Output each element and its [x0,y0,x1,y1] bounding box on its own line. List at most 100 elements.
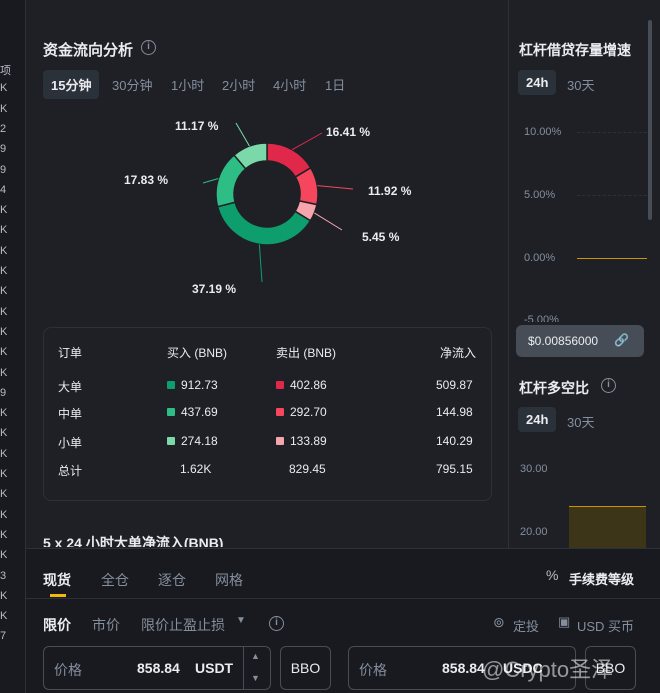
fee-level-link[interactable]: 手续费等级 [569,569,634,588]
strip-char: K [0,102,8,115]
info-icon[interactable]: i [141,40,156,55]
price-value[interactable]: 858.84 [137,660,180,676]
strip-char: K [0,244,8,257]
watermark: @Crypto圣泽 [482,652,613,684]
strip-char: K [0,528,8,541]
total-buy: 1.62K [180,462,212,476]
tab-isolated[interactable]: 逐仓 [158,570,186,590]
dca-icon: ⊚ [493,614,505,630]
col-header-order: 订单 [58,346,83,360]
row-net: 140.29 [436,434,473,448]
strip-char: K [0,549,8,562]
row-buy: 912.73 [167,378,218,392]
tab-30m[interactable]: 30分钟 [112,75,152,94]
buy-usd-link[interactable]: USD 买币 [577,616,634,635]
tab-spot[interactable]: 现货 [43,570,71,590]
strip-char: K [0,468,8,480]
dca-link[interactable]: 定投 [513,616,539,635]
watermark-text: @Crypto圣泽 [482,657,614,682]
leverage-growth-title: 杠杆借贷存量增速 [519,42,631,58]
tick-label: -5.00% [524,314,559,322]
strip-char: K [0,82,8,95]
total-net: 795.15 [436,462,473,476]
strip-char: 2 [0,122,7,135]
fund-flow-title: 资金流向分析 [43,42,134,59]
row-label: 小单 [58,436,83,450]
row-sell: 292.70 [276,405,327,419]
strip-char: K [0,305,8,318]
total-sell: 829.45 [289,462,326,476]
tab-2h[interactable]: 2小时 [222,75,255,94]
divider [26,598,660,599]
col-header-sell: 卖出 (BNB) [276,346,337,360]
strip-char: 9 [0,143,7,156]
tick-label: 20.00 [520,526,548,538]
tab-24h[interactable]: 24h [518,70,557,95]
pct-label-sell-large: 16.41 % [326,125,371,139]
gridline [577,132,647,133]
strip-char: K [0,346,8,359]
price-label: 价格 [359,662,387,678]
total-label: 总计 [58,464,83,478]
wallet-icon: ▣ [558,614,571,629]
flow-table [43,327,492,501]
row-sell: 402.86 [276,378,327,392]
scrollbar[interactable] [648,20,652,220]
pct-label-buy-mid: 17.83 % [124,173,169,187]
stepper-divider [243,647,244,689]
col-header-net: 净流入 [440,346,477,360]
tab-1d[interactable]: 1日 [325,75,345,94]
strip-char: K [0,447,8,460]
price-value[interactable]: 858.84 [442,660,485,676]
info-icon[interactable]: i [601,378,616,393]
percent-icon: % [546,567,559,583]
tooltip-value: $0.00856000 [528,334,599,348]
long-short-title: 杠杆多空比 [519,380,589,396]
strip-char: K [0,265,8,277]
tab-15m[interactable]: 15分钟 [43,70,100,99]
strip-char: 3 [0,569,7,582]
tab-grid[interactable]: 网格 [215,570,243,590]
stepper-up-icon[interactable]: ▲ [251,651,260,661]
order-type-limit[interactable]: 限价 [43,615,71,635]
strip-char: K [0,407,8,420]
row-buy: 274.18 [167,434,218,448]
strip-char: K [0,224,8,237]
leader-line [317,185,354,190]
row-sell: 133.89 [276,434,327,448]
strip-char: K [0,366,8,379]
tab-1h[interactable]: 1小时 [171,75,204,94]
tab-4h[interactable]: 4小时 [273,75,306,94]
tick-label: 10.00% [524,126,562,138]
strip-char: K [0,610,8,623]
strip-char: 项 [0,65,11,77]
active-tab-indicator [50,594,66,597]
leader-line [258,244,263,283]
tick-label: 0.00% [524,252,556,264]
fund-flow-donut-chart [202,122,354,283]
strip-char: K [0,325,8,338]
row-buy: 437.69 [167,405,218,419]
gridline [577,195,647,196]
tick-label: 30.00 [520,463,548,475]
tab-30d[interactable]: 30天 [567,75,594,94]
leader-line [291,132,323,151]
pct-label-sell-mid: 11.92 % [368,184,412,198]
chevron-down-icon[interactable]: ▼ [236,615,246,626]
tab-30d[interactable]: 30天 [567,412,594,431]
stepper-down-icon[interactable]: ▼ [251,673,260,683]
link-icon[interactable]: 🔗 [614,333,629,347]
legend-swatch [276,381,284,389]
pct-label-buy-large: 37.19 % [192,282,237,296]
info-icon[interactable]: i [269,616,284,631]
strip-char: 4 [0,183,7,196]
order-type-market[interactable]: 市价 [92,615,120,635]
strip-char: K [0,589,8,602]
row-label: 中单 [58,407,83,421]
legend-swatch [167,437,175,445]
strip-char: K [0,285,8,298]
tab-cross[interactable]: 全仓 [101,570,129,590]
tab-24h[interactable]: 24h [518,407,557,432]
order-type-stop-limit[interactable]: 限价止盈止损 [141,615,225,635]
bbo-button[interactable]: BBO [280,646,331,690]
